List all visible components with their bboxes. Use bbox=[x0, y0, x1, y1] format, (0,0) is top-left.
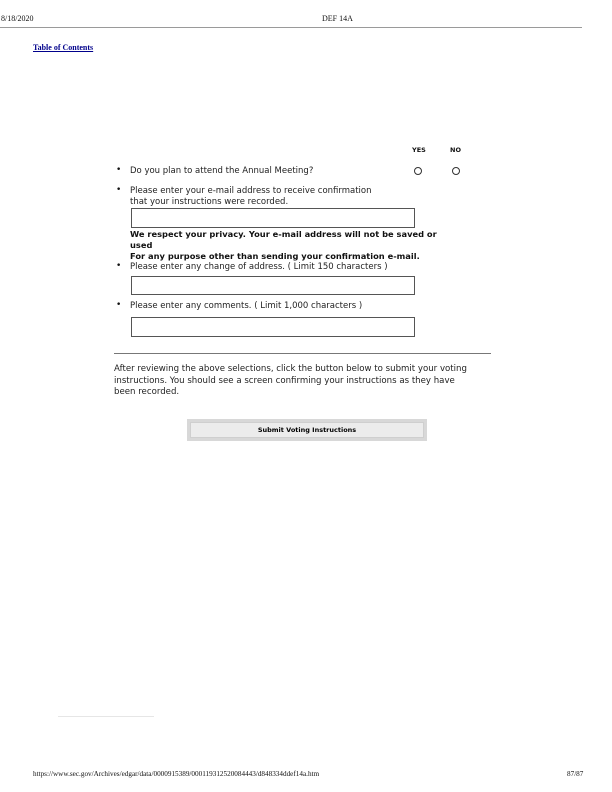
email-question-line2: that your instructions were recorded. bbox=[130, 197, 289, 207]
privacy-notice: We respect your privacy. Your e-mail add… bbox=[130, 229, 440, 262]
email-input[interactable] bbox=[131, 208, 415, 228]
bullet-icon: • bbox=[116, 165, 122, 175]
form-type: DEF 14A bbox=[322, 14, 353, 23]
address-change-question: Please enter any change of address. ( Li… bbox=[130, 262, 388, 272]
attend-meeting-question: Do you plan to attend the Annual Meeting… bbox=[130, 166, 314, 176]
privacy-notice-line1: We respect your privacy. Your e-mail add… bbox=[130, 229, 437, 250]
no-column-heading: NO bbox=[450, 146, 461, 154]
section-divider bbox=[114, 353, 491, 354]
attend-yes-radio[interactable] bbox=[414, 167, 422, 175]
submit-voting-instructions-button[interactable]: Submit Voting Instructions bbox=[190, 422, 424, 438]
source-url: https://www.sec.gov/Archives/edgar/data/… bbox=[33, 770, 320, 778]
header-divider bbox=[0, 27, 582, 28]
address-change-input[interactable] bbox=[131, 276, 415, 295]
page-number: 87/87 bbox=[567, 770, 584, 778]
yes-column-heading: YES bbox=[412, 146, 426, 154]
table-of-contents-link[interactable]: Table of Contents bbox=[33, 43, 93, 52]
comments-input[interactable] bbox=[131, 317, 415, 337]
bullet-icon: • bbox=[116, 261, 122, 271]
bullet-icon: • bbox=[116, 185, 122, 195]
email-question-line1: Please enter your e-mail address to rece… bbox=[130, 186, 372, 196]
submit-button-frame: Submit Voting Instructions bbox=[187, 419, 427, 441]
privacy-notice-line2: For any purpose other than sending your … bbox=[130, 251, 420, 261]
bullet-icon: • bbox=[116, 300, 122, 310]
attend-no-radio[interactable] bbox=[452, 167, 460, 175]
footer-divider bbox=[58, 716, 154, 717]
print-date: 8/18/2020 bbox=[1, 14, 34, 23]
comments-question: Please enter any comments. ( Limit 1,000… bbox=[130, 301, 363, 311]
submit-instructions: After reviewing the above selections, cl… bbox=[114, 364, 467, 397]
